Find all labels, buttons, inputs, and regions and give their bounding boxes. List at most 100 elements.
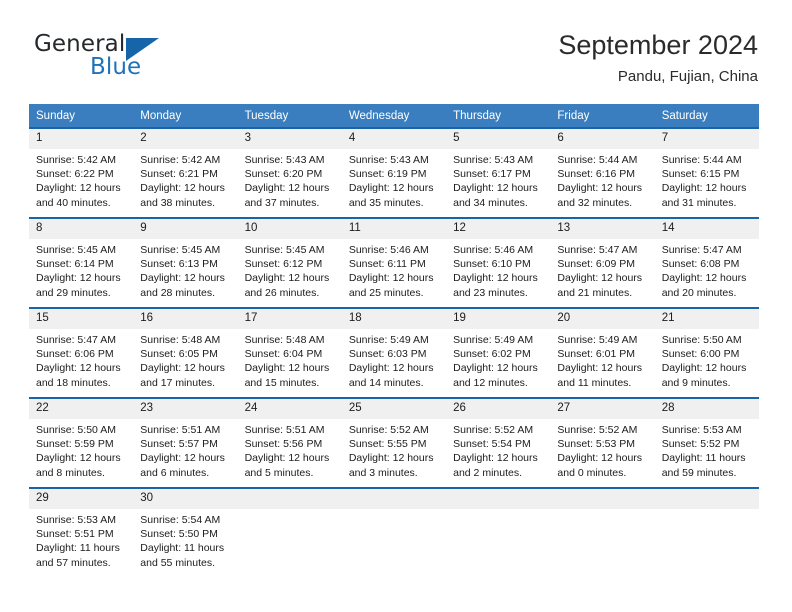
day-number [341,489,447,509]
day-cell-empty [654,487,759,577]
day-details [238,509,342,513]
day-cell[interactable]: 14 Sunrise: 5:47 AM Sunset: 6:08 PM Dayl… [654,217,759,308]
sunrise-text: Sunrise: 5:51 AM [244,424,325,436]
day-details: Sunrise: 5:54 AM Sunset: 5:50 PM Dayligh… [133,509,237,570]
day-number [446,489,551,509]
day-cell[interactable]: 20 Sunrise: 5:49 AM Sunset: 6:01 PM Dayl… [550,307,655,398]
weekday-header-saturday: Saturday [654,104,759,128]
daylight-text: Daylight: 12 hours and 25 minutes. [348,272,434,299]
day-details: Sunrise: 5:52 AM Sunset: 5:55 PM Dayligh… [342,419,446,480]
day-number: 15 [29,309,134,329]
day-details [446,509,550,513]
day-details: Sunrise: 5:50 AM Sunset: 6:00 PM Dayligh… [655,329,759,390]
day-number: 8 [29,219,134,239]
page-subtitle: Pandu, Fujian, China [617,68,758,85]
day-cell[interactable]: 4 Sunrise: 5:43 AM Sunset: 6:19 PM Dayli… [341,127,447,218]
sunrise-text: Sunrise: 5:46 AM [348,244,429,256]
daylight-text: Daylight: 12 hours and 6 minutes. [140,452,225,479]
day-cell[interactable]: 15 Sunrise: 5:47 AM Sunset: 6:06 PM Dayl… [29,307,134,398]
day-details: Sunrise: 5:43 AM Sunset: 6:17 PM Dayligh… [446,149,550,210]
day-details: Sunrise: 5:50 AM Sunset: 5:59 PM Dayligh… [29,419,133,480]
day-number: 25 [341,399,447,419]
day-number: 28 [654,399,759,419]
day-cell[interactable]: 28 Sunrise: 5:53 AM Sunset: 5:52 PM Dayl… [654,397,759,488]
day-number: 27 [550,399,655,419]
day-cell[interactable]: 1 Sunrise: 5:42 AM Sunset: 6:22 PM Dayli… [29,127,134,218]
sunset-text: Sunset: 6:09 PM [557,258,636,271]
day-number: 19 [446,309,551,329]
daylight-text: Daylight: 12 hours and 8 minutes. [36,452,121,479]
day-cell[interactable]: 29 Sunrise: 5:53 AM Sunset: 5:51 PM Dayl… [29,487,134,577]
sunset-text: Sunset: 5:55 PM [348,438,427,451]
sunset-text: Sunset: 6:22 PM [36,168,114,181]
daylight-text: Daylight: 12 hours and 29 minutes. [36,272,121,299]
day-cell[interactable]: 22 Sunrise: 5:50 AM Sunset: 5:59 PM Dayl… [29,397,134,488]
day-number [237,489,342,509]
sunset-text: Sunset: 6:16 PM [557,168,636,181]
day-cell[interactable]: 12 Sunrise: 5:46 AM Sunset: 6:10 PM Dayl… [446,217,551,308]
day-cell[interactable]: 13 Sunrise: 5:47 AM Sunset: 6:09 PM Dayl… [550,217,655,308]
day-number [550,489,655,509]
day-details: Sunrise: 5:51 AM Sunset: 5:56 PM Dayligh… [238,419,342,480]
day-number: 20 [550,309,655,329]
day-cell[interactable]: 23 Sunrise: 5:51 AM Sunset: 5:57 PM Dayl… [133,397,238,488]
generalblue-logo[interactable]: General Blue [34,31,214,87]
day-cell[interactable]: 7 Sunrise: 5:44 AM Sunset: 6:15 PM Dayli… [654,127,759,218]
sunset-text: Sunset: 6:13 PM [140,258,218,271]
daylight-text: Daylight: 12 hours and 35 minutes. [348,182,434,209]
day-cell[interactable]: 9 Sunrise: 5:45 AM Sunset: 6:13 PM Dayli… [133,217,238,308]
day-cell[interactable]: 25 Sunrise: 5:52 AM Sunset: 5:55 PM Dayl… [341,397,447,488]
day-details [342,509,446,513]
day-cell[interactable]: 16 Sunrise: 5:48 AM Sunset: 6:05 PM Dayl… [133,307,238,398]
day-details: Sunrise: 5:44 AM Sunset: 6:15 PM Dayligh… [655,149,759,210]
day-cell[interactable]: 6 Sunrise: 5:44 AM Sunset: 6:16 PM Dayli… [550,127,655,218]
sunrise-text: Sunrise: 5:50 AM [661,334,742,346]
day-number: 12 [446,219,551,239]
day-cell[interactable]: 21 Sunrise: 5:50 AM Sunset: 6:00 PM Dayl… [654,307,759,398]
daylight-text: Daylight: 12 hours and 17 minutes. [140,362,225,389]
day-cell[interactable]: 24 Sunrise: 5:51 AM Sunset: 5:56 PM Dayl… [237,397,342,488]
day-number: 16 [133,309,238,329]
sunset-text: Sunset: 6:17 PM [453,168,531,181]
day-number: 30 [133,489,238,509]
daylight-text: Daylight: 12 hours and 26 minutes. [244,272,330,299]
day-details: Sunrise: 5:43 AM Sunset: 6:20 PM Dayligh… [238,149,342,210]
weekday-header-wednesday: Wednesday [341,104,447,128]
sunrise-text: Sunrise: 5:49 AM [348,334,429,346]
daylight-text: Daylight: 12 hours and 38 minutes. [140,182,225,209]
sunset-text: Sunset: 6:10 PM [453,258,531,271]
day-cell[interactable]: 27 Sunrise: 5:52 AM Sunset: 5:53 PM Dayl… [550,397,655,488]
day-cell[interactable]: 30 Sunrise: 5:54 AM Sunset: 5:50 PM Dayl… [133,487,238,577]
sunrise-text: Sunrise: 5:48 AM [244,334,325,346]
daylight-text: Daylight: 12 hours and 21 minutes. [557,272,643,299]
day-number: 2 [133,129,238,149]
weekday-header-monday: Monday [133,104,238,128]
day-cell[interactable]: 2 Sunrise: 5:42 AM Sunset: 6:21 PM Dayli… [133,127,238,218]
title-block: September 2024 Pandu, Fujian, China [558,28,758,86]
sunrise-text: Sunrise: 5:50 AM [36,424,116,436]
sunrise-text: Sunrise: 5:45 AM [36,244,116,256]
day-details: Sunrise: 5:49 AM Sunset: 6:03 PM Dayligh… [342,329,446,390]
day-cell[interactable]: 19 Sunrise: 5:49 AM Sunset: 6:02 PM Dayl… [446,307,551,398]
daylight-text: Daylight: 12 hours and 34 minutes. [453,182,538,209]
day-cell[interactable]: 18 Sunrise: 5:49 AM Sunset: 6:03 PM Dayl… [341,307,447,398]
sunset-text: Sunset: 6:11 PM [348,258,426,271]
day-number: 22 [29,399,134,419]
day-cell[interactable]: 17 Sunrise: 5:48 AM Sunset: 6:04 PM Dayl… [237,307,342,398]
sunset-text: Sunset: 6:02 PM [453,348,531,361]
day-details [655,509,759,513]
day-details: Sunrise: 5:48 AM Sunset: 6:04 PM Dayligh… [238,329,342,390]
sunrise-text: Sunrise: 5:52 AM [453,424,534,436]
day-cell[interactable]: 8 Sunrise: 5:45 AM Sunset: 6:14 PM Dayli… [29,217,134,308]
day-cell[interactable]: 10 Sunrise: 5:45 AM Sunset: 6:12 PM Dayl… [237,217,342,308]
sunrise-text: Sunrise: 5:49 AM [557,334,638,346]
day-details: Sunrise: 5:47 AM Sunset: 6:09 PM Dayligh… [550,239,654,300]
day-cell[interactable]: 3 Sunrise: 5:43 AM Sunset: 6:20 PM Dayli… [237,127,342,218]
sunset-text: Sunset: 6:12 PM [244,258,323,271]
calendar-week-row: 15 Sunrise: 5:47 AM Sunset: 6:06 PM Dayl… [29,307,759,398]
calendar-week-row: 22 Sunrise: 5:50 AM Sunset: 5:59 PM Dayl… [29,397,759,488]
day-cell[interactable]: 26 Sunrise: 5:52 AM Sunset: 5:54 PM Dayl… [446,397,551,488]
day-cell[interactable]: 11 Sunrise: 5:46 AM Sunset: 6:11 PM Dayl… [341,217,447,308]
day-number: 4 [341,129,447,149]
day-cell[interactable]: 5 Sunrise: 5:43 AM Sunset: 6:17 PM Dayli… [446,127,551,218]
